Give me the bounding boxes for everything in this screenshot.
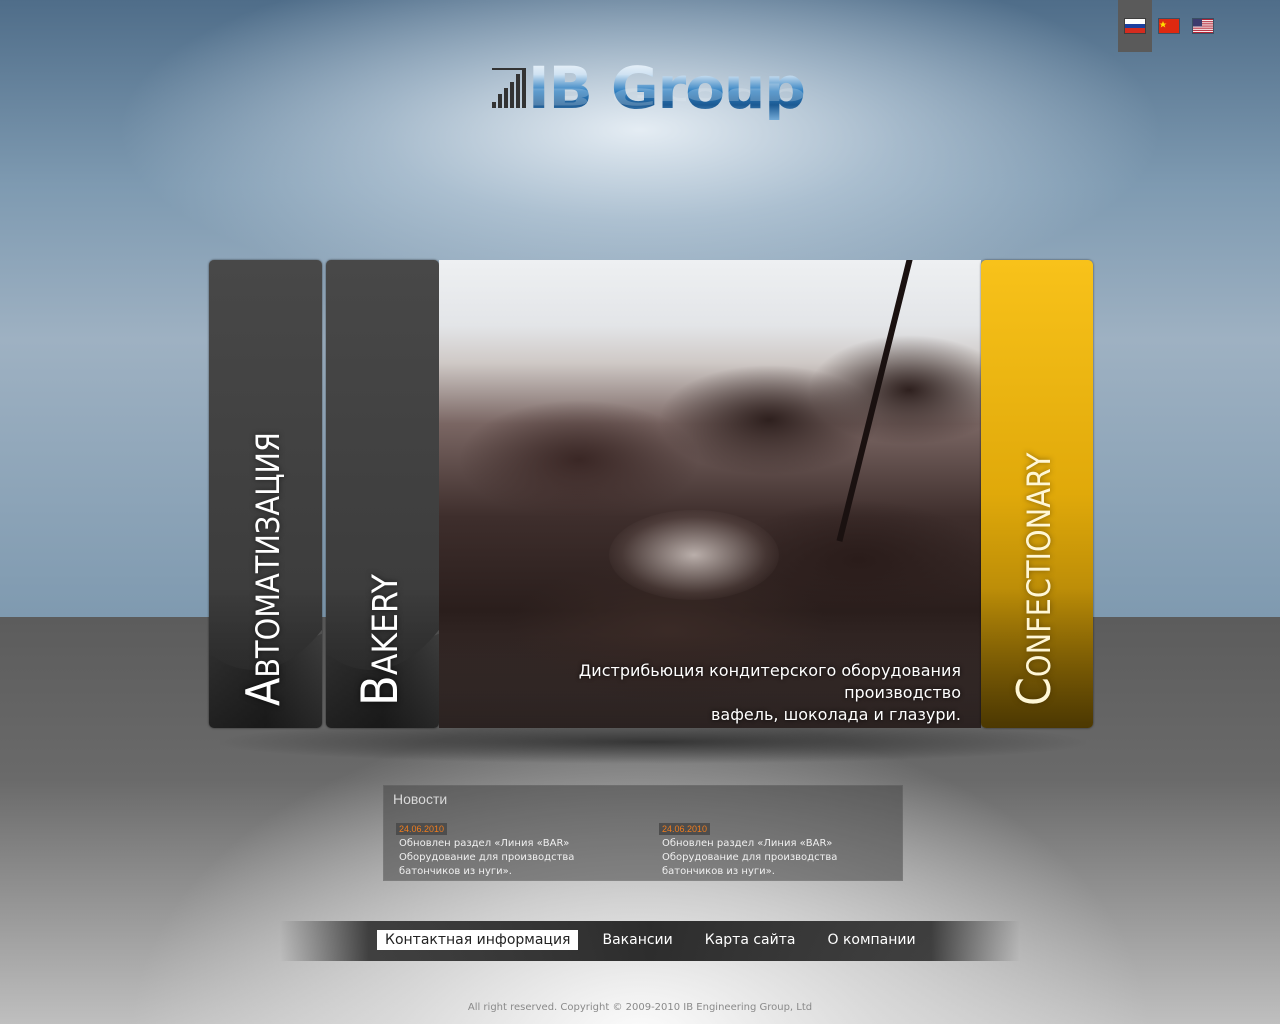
hero-stage: Автоматизация Bakery Дистрибьюция кондит… — [209, 260, 1095, 728]
news-title: Новости — [393, 791, 448, 807]
flag-russia-icon — [1124, 18, 1146, 34]
menu-item-about[interactable]: О компании — [819, 930, 923, 950]
panel-automation-label: Автоматизация — [235, 432, 290, 706]
news-text: Обновлен раздел «Линия «BAR» Оборудовани… — [399, 838, 575, 877]
news-item[interactable]: 24.06.2010 Обновлен раздел «Линия «BAR» … — [396, 817, 636, 879]
chocolate-stick — [836, 260, 915, 542]
language-ru[interactable] — [1118, 0, 1152, 52]
flag-china-icon — [1158, 18, 1180, 34]
hero-image-chocolate: Дистрибьюция кондитерского оборудования … — [439, 260, 981, 728]
language-zh[interactable] — [1152, 0, 1186, 52]
menu-item-sitemap[interactable]: Карта сайта — [697, 930, 804, 950]
hero-caption-line1: Дистрибьюция кондитерского оборудования … — [578, 661, 961, 702]
panel-confectionary[interactable]: Confectionary — [981, 260, 1093, 728]
news-date: 24.06.2010 — [396, 823, 448, 835]
flag-usa-icon — [1192, 18, 1214, 34]
language-en[interactable] — [1186, 0, 1220, 52]
menu-item-vacancies[interactable]: Вакансии — [594, 930, 680, 950]
news-date: 24.06.2010 — [659, 823, 711, 835]
hero-caption: Дистрибьюция кондитерского оборудования … — [481, 660, 961, 726]
stage-shadow — [220, 722, 1086, 772]
news-block: Новости 24.06.2010 Обновлен раздел «Лини… — [383, 785, 903, 881]
site-logo[interactable]: IB Group IB Group — [490, 54, 806, 138]
panel-automation[interactable]: Автоматизация — [209, 260, 322, 728]
equalizer-bars-icon — [492, 68, 526, 108]
menu-item-contacts[interactable]: Контактная информация — [377, 930, 579, 950]
hero-caption-line2: вафель, шоколада и глазури. — [711, 705, 961, 724]
language-switcher — [1118, 0, 1220, 52]
bottom-menu: Контактная информация Вакансии Карта сай… — [280, 921, 1020, 961]
panel-bakery[interactable]: Bakery — [326, 260, 439, 728]
panel-confectionary-label: Confectionary — [1007, 452, 1061, 706]
news-item[interactable]: 24.06.2010 Обновлен раздел «Линия «BAR» … — [659, 817, 899, 879]
panel-bakery-label: Bakery — [350, 574, 409, 706]
logo-reflection: IB Group — [528, 82, 805, 110]
chocolate-sheen — [609, 510, 779, 600]
footer-copyright: All right reserved. Copyright © 2009-201… — [467, 1002, 813, 1013]
news-text: Обновлен раздел «Линия «BAR» Оборудовани… — [662, 838, 838, 877]
